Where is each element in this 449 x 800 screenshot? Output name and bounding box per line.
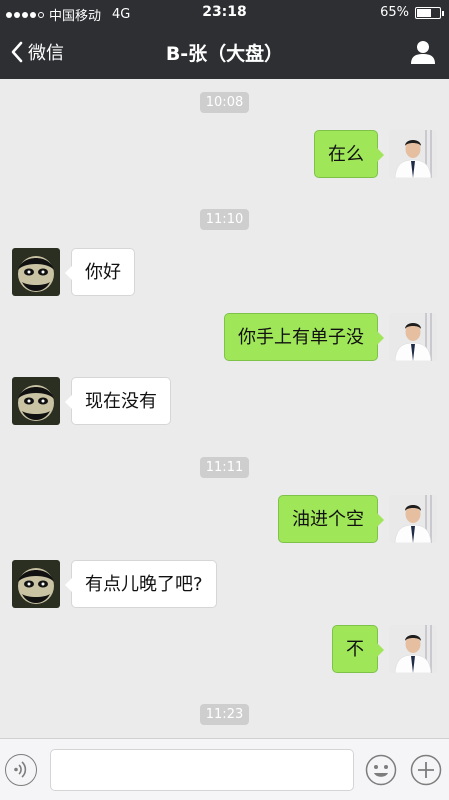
contact-avatar[interactable] xyxy=(12,560,60,608)
person-icon xyxy=(411,41,435,64)
my-avatar[interactable] xyxy=(389,313,437,361)
status-right: 65% xyxy=(380,5,444,20)
timestamp: 11:11 xyxy=(0,456,449,478)
voice-input-button[interactable] xyxy=(5,754,37,786)
chat-info-button[interactable] xyxy=(409,38,437,66)
sent-message-bubble[interactable]: 不 xyxy=(332,625,384,673)
contact-avatar[interactable] xyxy=(12,377,60,425)
voice-icon xyxy=(14,761,27,778)
received-message-bubble[interactable]: 现在没有 xyxy=(65,377,171,425)
plus-icon xyxy=(410,754,442,786)
my-avatar[interactable] xyxy=(389,625,437,673)
received-message-bubble[interactable]: 有点儿晚了吧? xyxy=(65,560,217,608)
my-avatar[interactable] xyxy=(389,130,437,178)
battery-icon xyxy=(415,6,444,19)
received-message-bubble[interactable]: 你好 xyxy=(65,248,135,296)
sent-message-bubble[interactable]: 在么 xyxy=(314,130,384,178)
contact-avatar[interactable] xyxy=(12,248,60,296)
battery-percent: 65% xyxy=(380,5,409,20)
sent-message-bubble[interactable]: 你手上有单子没 xyxy=(224,313,384,361)
my-avatar[interactable] xyxy=(389,495,437,543)
timestamp: 10:08 xyxy=(0,91,449,113)
status-bar: 中国移动 4G 23:18 65% xyxy=(0,0,449,26)
more-options-button[interactable] xyxy=(410,754,442,786)
input-bar xyxy=(0,738,449,800)
nav-bar: 微信 B-张（大盘） xyxy=(0,26,449,79)
chat-title: B-张（大盘） xyxy=(165,43,284,65)
message-text-input[interactable] xyxy=(50,749,354,791)
timestamp: 11:10 xyxy=(0,208,449,230)
emoji-icon xyxy=(365,754,397,786)
sent-message-bubble[interactable]: 油进个空 xyxy=(278,495,384,543)
message-list[interactable]: 10:08 在么 11:10 你好 你手上有单子没 现在没有 11:11 油进个… xyxy=(0,79,449,738)
emoji-button[interactable] xyxy=(365,754,397,786)
timestamp: 11:23 xyxy=(0,703,449,725)
